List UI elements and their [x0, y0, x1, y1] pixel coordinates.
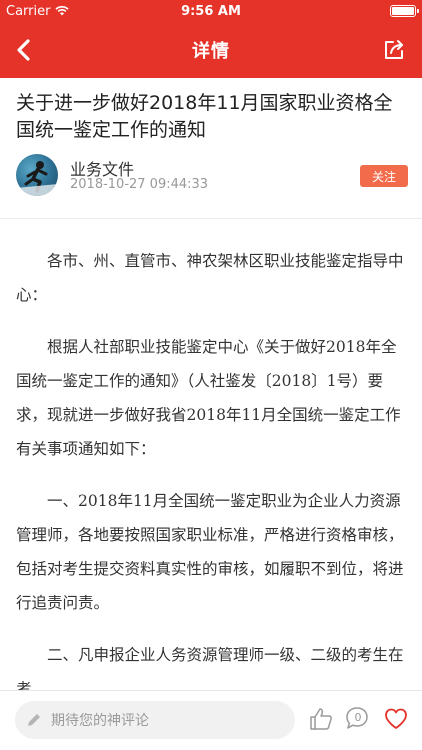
share-icon — [385, 40, 403, 59]
paragraph: 二、凡申报企业人务资源管理师一级、二级的考生在考 — [16, 646, 404, 690]
thumbs-up-icon — [310, 708, 332, 730]
comment-input[interactable]: 期待您的神评论 — [15, 701, 295, 739]
back-button[interactable] — [6, 32, 42, 68]
author-row: 业务文件 2018-10-27 09:44:33 关注 — [16, 154, 408, 198]
wifi-icon — [55, 6, 70, 16]
comment-button[interactable]: 0 — [343, 706, 371, 732]
article-title: 关于进一步做好2018年11月国家职业资格全国统一鉴定工作的通知 — [16, 92, 393, 141]
carrier-label: Carrier — [6, 3, 51, 19]
avatar[interactable] — [16, 154, 58, 196]
runner-icon — [16, 161, 58, 196]
chevron-left-icon — [17, 39, 30, 61]
pen-icon — [28, 714, 40, 726]
comment-bar: 期待您的神评论 0 — [0, 690, 422, 750]
like-button[interactable] — [308, 706, 334, 732]
battery-icon — [390, 5, 419, 17]
battery-fill — [392, 7, 414, 15]
heart-icon — [385, 708, 407, 729]
status-left: Carrier — [6, 3, 70, 19]
nav-bar: 详情 — [0, 22, 422, 78]
comment-count: 0 — [354, 710, 362, 724]
publish-time: 2018-10-27 09:44:33 — [70, 177, 209, 192]
share-button[interactable] — [376, 32, 412, 68]
status-bar: Carrier 9:56 AM — [0, 0, 422, 22]
page-title: 详情 — [192, 41, 230, 62]
follow-button[interactable]: 关注 — [360, 165, 408, 187]
paragraph: 根据人社部职业技能鉴定中心《关于做好2018年全国统一鉴定工作的通知》（人社鉴发… — [16, 338, 401, 458]
divider — [0, 218, 422, 219]
paragraph: 各市、州、直管市、神农架林区职业技能鉴定指导中心： — [16, 252, 404, 304]
paragraph: 一、2018年11月全国统一鉴定职业为企业人力资源管理师，各地要按照国家职业标准… — [16, 492, 404, 612]
article-body: 各市、州、直管市、神农架林区职业技能鉴定指导中心： 根据人社部职业技能鉴定中心《… — [16, 244, 408, 690]
comment-placeholder: 期待您的神评论 — [51, 713, 149, 729]
favorite-button[interactable] — [383, 706, 409, 732]
